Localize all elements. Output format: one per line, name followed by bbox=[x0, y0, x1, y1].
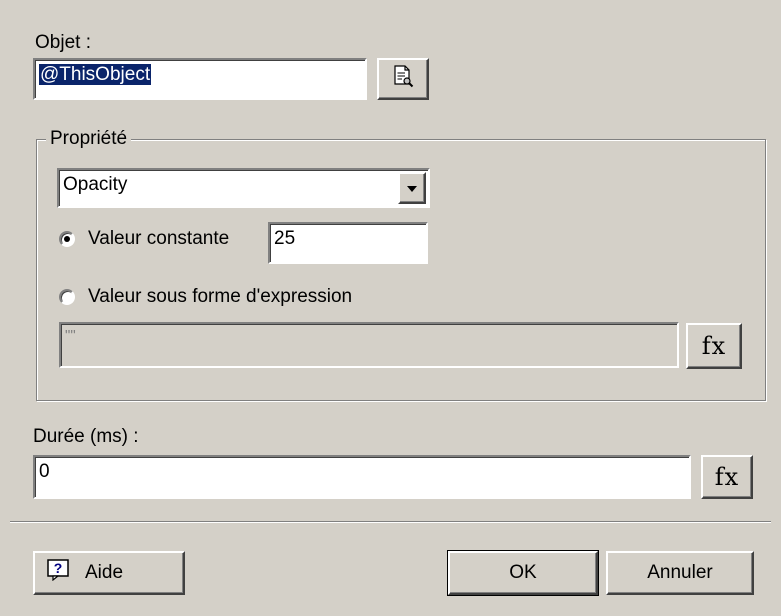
ok-button[interactable]: OK bbox=[447, 550, 599, 596]
browse-object-button[interactable] bbox=[377, 58, 429, 100]
expression-value-radio[interactable] bbox=[59, 289, 75, 305]
separator bbox=[10, 521, 771, 523]
property-select[interactable]: Opacity bbox=[57, 168, 430, 208]
expression-value-text: "" bbox=[65, 327, 76, 344]
fx-icon: fx bbox=[701, 332, 727, 360]
expression-fx-button[interactable]: fx bbox=[686, 323, 742, 369]
duree-fx-button[interactable]: fx bbox=[701, 455, 753, 499]
help-button[interactable]: ? Aide bbox=[33, 551, 185, 595]
duree-label: Durée (ms) : bbox=[33, 426, 139, 447]
dialog: Objet : @ThisObject Propriété Opacity Va… bbox=[0, 0, 781, 616]
chevron-down-icon bbox=[406, 177, 418, 199]
cancel-button[interactable]: Annuler bbox=[606, 551, 754, 595]
document-browse-icon bbox=[391, 64, 415, 94]
ok-button-label: OK bbox=[509, 562, 537, 583]
help-button-label: Aide bbox=[85, 562, 124, 583]
constant-value-input[interactable]: 25 bbox=[268, 222, 428, 264]
property-select-dropdown-button[interactable] bbox=[398, 172, 426, 204]
constant-value-label: Valeur constante bbox=[88, 228, 230, 249]
objet-label: Objet : bbox=[35, 32, 91, 53]
objet-input[interactable]: @ThisObject bbox=[33, 58, 367, 100]
radio-selected-dot bbox=[64, 236, 70, 242]
constant-value-text: 25 bbox=[274, 228, 296, 249]
objet-value: @ThisObject bbox=[39, 64, 152, 85]
constant-value-radio[interactable] bbox=[59, 231, 75, 247]
propriete-legend: Propriété bbox=[46, 128, 132, 150]
svg-text:?: ? bbox=[54, 560, 63, 576]
duree-input[interactable]: 0 bbox=[33, 455, 691, 499]
fx-icon: fx bbox=[714, 463, 740, 491]
cancel-button-label: Annuler bbox=[647, 562, 713, 583]
duree-value-text: 0 bbox=[39, 461, 50, 482]
property-select-value: Opacity bbox=[63, 174, 128, 195]
expression-input[interactable]: "" bbox=[59, 322, 679, 368]
expression-value-label: Valeur sous forme d'expression bbox=[88, 286, 353, 307]
help-question-icon: ? bbox=[47, 559, 71, 587]
